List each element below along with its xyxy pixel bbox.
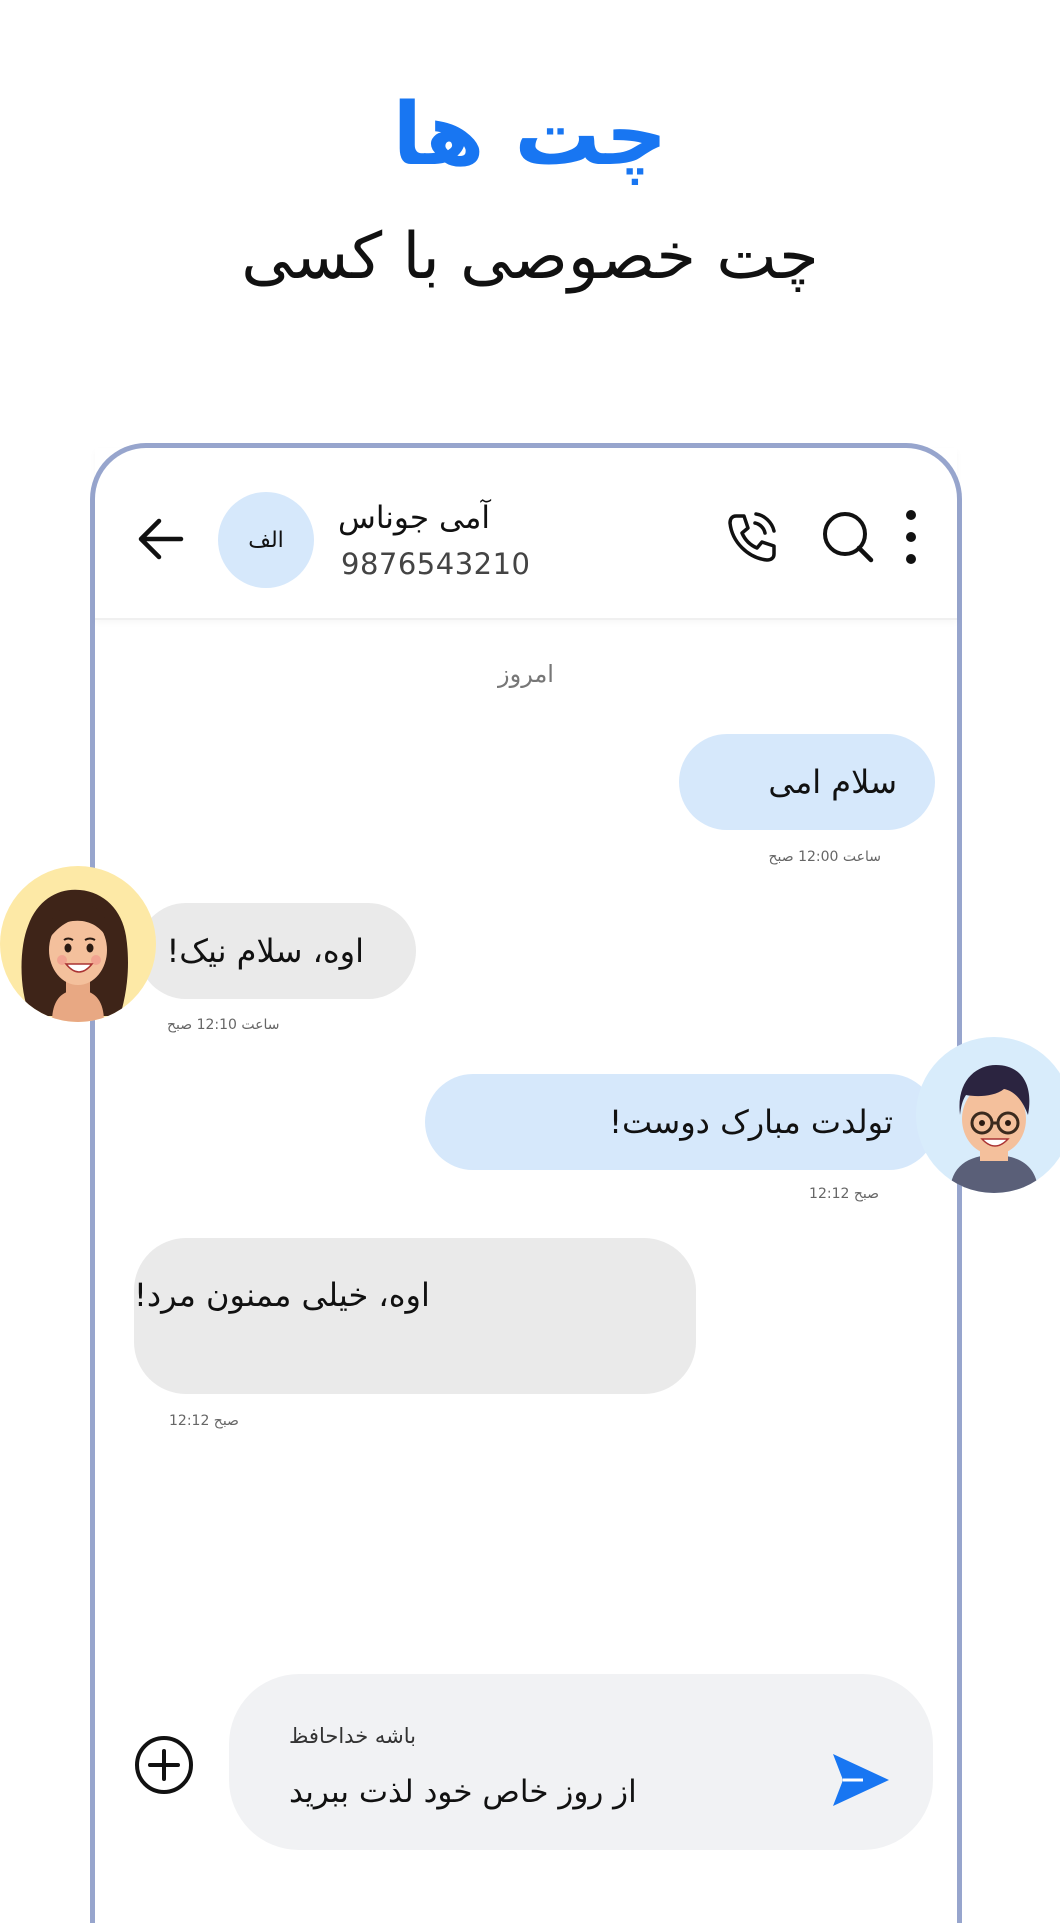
message-text: تولدت مبارک دوست! (609, 1103, 893, 1141)
more-vertical-icon[interactable] (899, 508, 923, 566)
search-icon[interactable] (819, 508, 877, 566)
add-circle-icon[interactable] (133, 1734, 195, 1796)
date-separator: امروز (498, 660, 554, 688)
avatar-initials: الف (248, 527, 284, 553)
contact-phone: 9876543210 (341, 547, 531, 581)
message-input[interactable]: از روز خاص خود لذت ببرید (289, 1774, 637, 1810)
phone-call-icon[interactable] (722, 508, 780, 566)
message-bubble-outgoing[interactable]: سلام امی (679, 734, 935, 830)
chat-header: الف آمی جوناس 9876543210 (95, 448, 957, 620)
message-bubble-incoming[interactable]: اوه، سلام نیک! (138, 903, 416, 999)
promo-subtitle: چت خصوصی با کسی (241, 220, 819, 294)
promo-title: چت ها (392, 85, 668, 185)
phone-frame: الف آمی جوناس 9876543210 امروز سلام امی … (90, 443, 962, 1923)
message-time: ساعت 12:00 صبح (768, 849, 881, 865)
message-bubble-outgoing[interactable]: تولدت مبارک دوست! (425, 1074, 937, 1170)
message-time: 12:12 صبح (169, 1413, 239, 1429)
reply-preview: باشه خداحافظ (289, 1724, 416, 1748)
send-icon[interactable] (829, 1750, 893, 1810)
message-composer[interactable]: باشه خداحافظ از روز خاص خود لذت ببرید (229, 1674, 933, 1850)
message-text: اوه، سلام نیک! (166, 932, 364, 970)
female-avatar-illustration (0, 866, 156, 1022)
back-arrow-icon[interactable] (133, 511, 189, 567)
message-text: اوه، خیلی ممنون مرد! (134, 1276, 430, 1314)
contact-avatar[interactable]: الف (218, 492, 314, 588)
message-time: ساعت 12:10 صبح (167, 1017, 280, 1033)
message-bubble-incoming[interactable]: اوه، خیلی ممنون مرد! (134, 1238, 696, 1394)
contact-name: آمی جوناس (338, 500, 491, 536)
male-avatar-illustration (916, 1037, 1060, 1193)
message-text: سلام امی (768, 763, 897, 801)
message-time: 12:12 صبح (809, 1186, 879, 1202)
